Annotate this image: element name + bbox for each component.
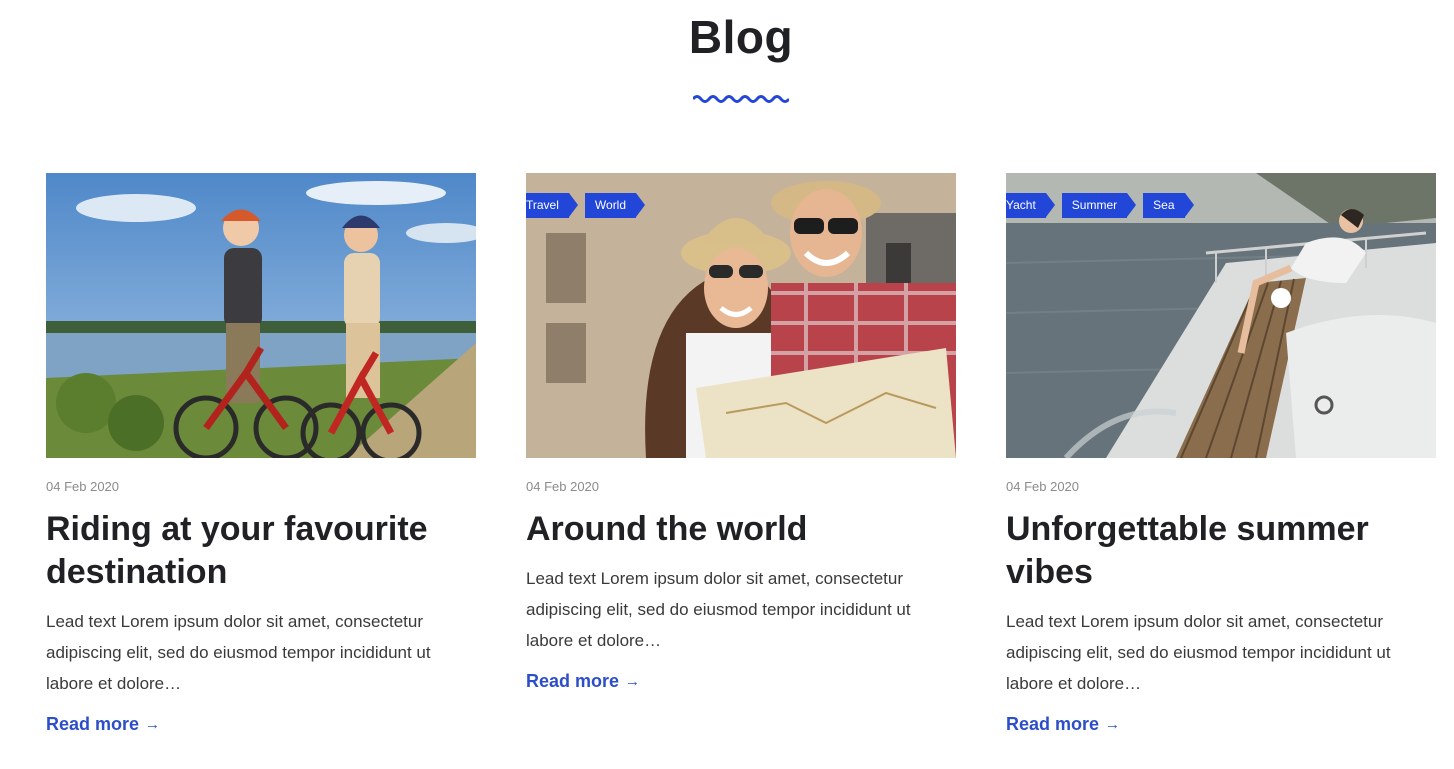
tag-list: Yacht Summer Sea (1006, 193, 1195, 218)
read-more-link[interactable]: Read more → (526, 671, 640, 692)
blog-card: 04 Feb 2020 Riding at your favourite des… (46, 173, 476, 735)
section-title: Blog (688, 11, 794, 63)
post-excerpt: Lead text Lorem ipsum dolor sit amet, co… (526, 569, 911, 650)
read-more-link[interactable]: Read more → (1006, 714, 1120, 735)
post-image-yacht[interactable]: Yacht Summer Sea (1006, 173, 1436, 458)
arrow-right-icon: → (625, 673, 641, 690)
blog-card: Yacht Summer Sea 04 Feb 2020 Unforgettab… (1006, 173, 1436, 735)
post-excerpt: Lead text Lorem ipsum dolor sit amet, co… (46, 612, 431, 693)
read-more-label: Read more (46, 714, 140, 734)
tag-world[interactable]: World (584, 193, 646, 218)
blog-card: Travel World 04 Feb 2020 Around the worl… (526, 173, 956, 692)
post-title[interactable]: Unforgettable summer vibes (1006, 508, 1436, 594)
wave-divider (693, 95, 789, 103)
read-more-label: Read more (1006, 714, 1100, 734)
arrow-right-icon: → (145, 716, 161, 733)
post-date: 04 Feb 2020 (1006, 479, 1080, 494)
post-date: 04 Feb 2020 (46, 479, 120, 494)
tag-sea[interactable]: Sea (1143, 193, 1194, 218)
post-date: 04 Feb 2020 (526, 479, 600, 494)
tag-list: Travel World (526, 193, 646, 218)
arrow-right-icon: → (1105, 716, 1121, 733)
post-title[interactable]: Around the world (526, 508, 956, 551)
post-image-cyclists[interactable] (46, 173, 476, 458)
tag-yacht[interactable]: Yacht (1006, 193, 1055, 218)
tag-summer[interactable]: Summer (1061, 193, 1137, 218)
post-title[interactable]: Riding at your favourite destination (46, 508, 476, 594)
cyclists-photo (46, 173, 476, 458)
post-excerpt: Lead text Lorem ipsum dolor sit amet, co… (1006, 612, 1391, 693)
post-image-travelers[interactable]: Travel World (526, 173, 956, 458)
read-more-link[interactable]: Read more → (46, 714, 160, 735)
tag-travel[interactable]: Travel (526, 193, 578, 218)
read-more-label: Read more (526, 671, 620, 691)
